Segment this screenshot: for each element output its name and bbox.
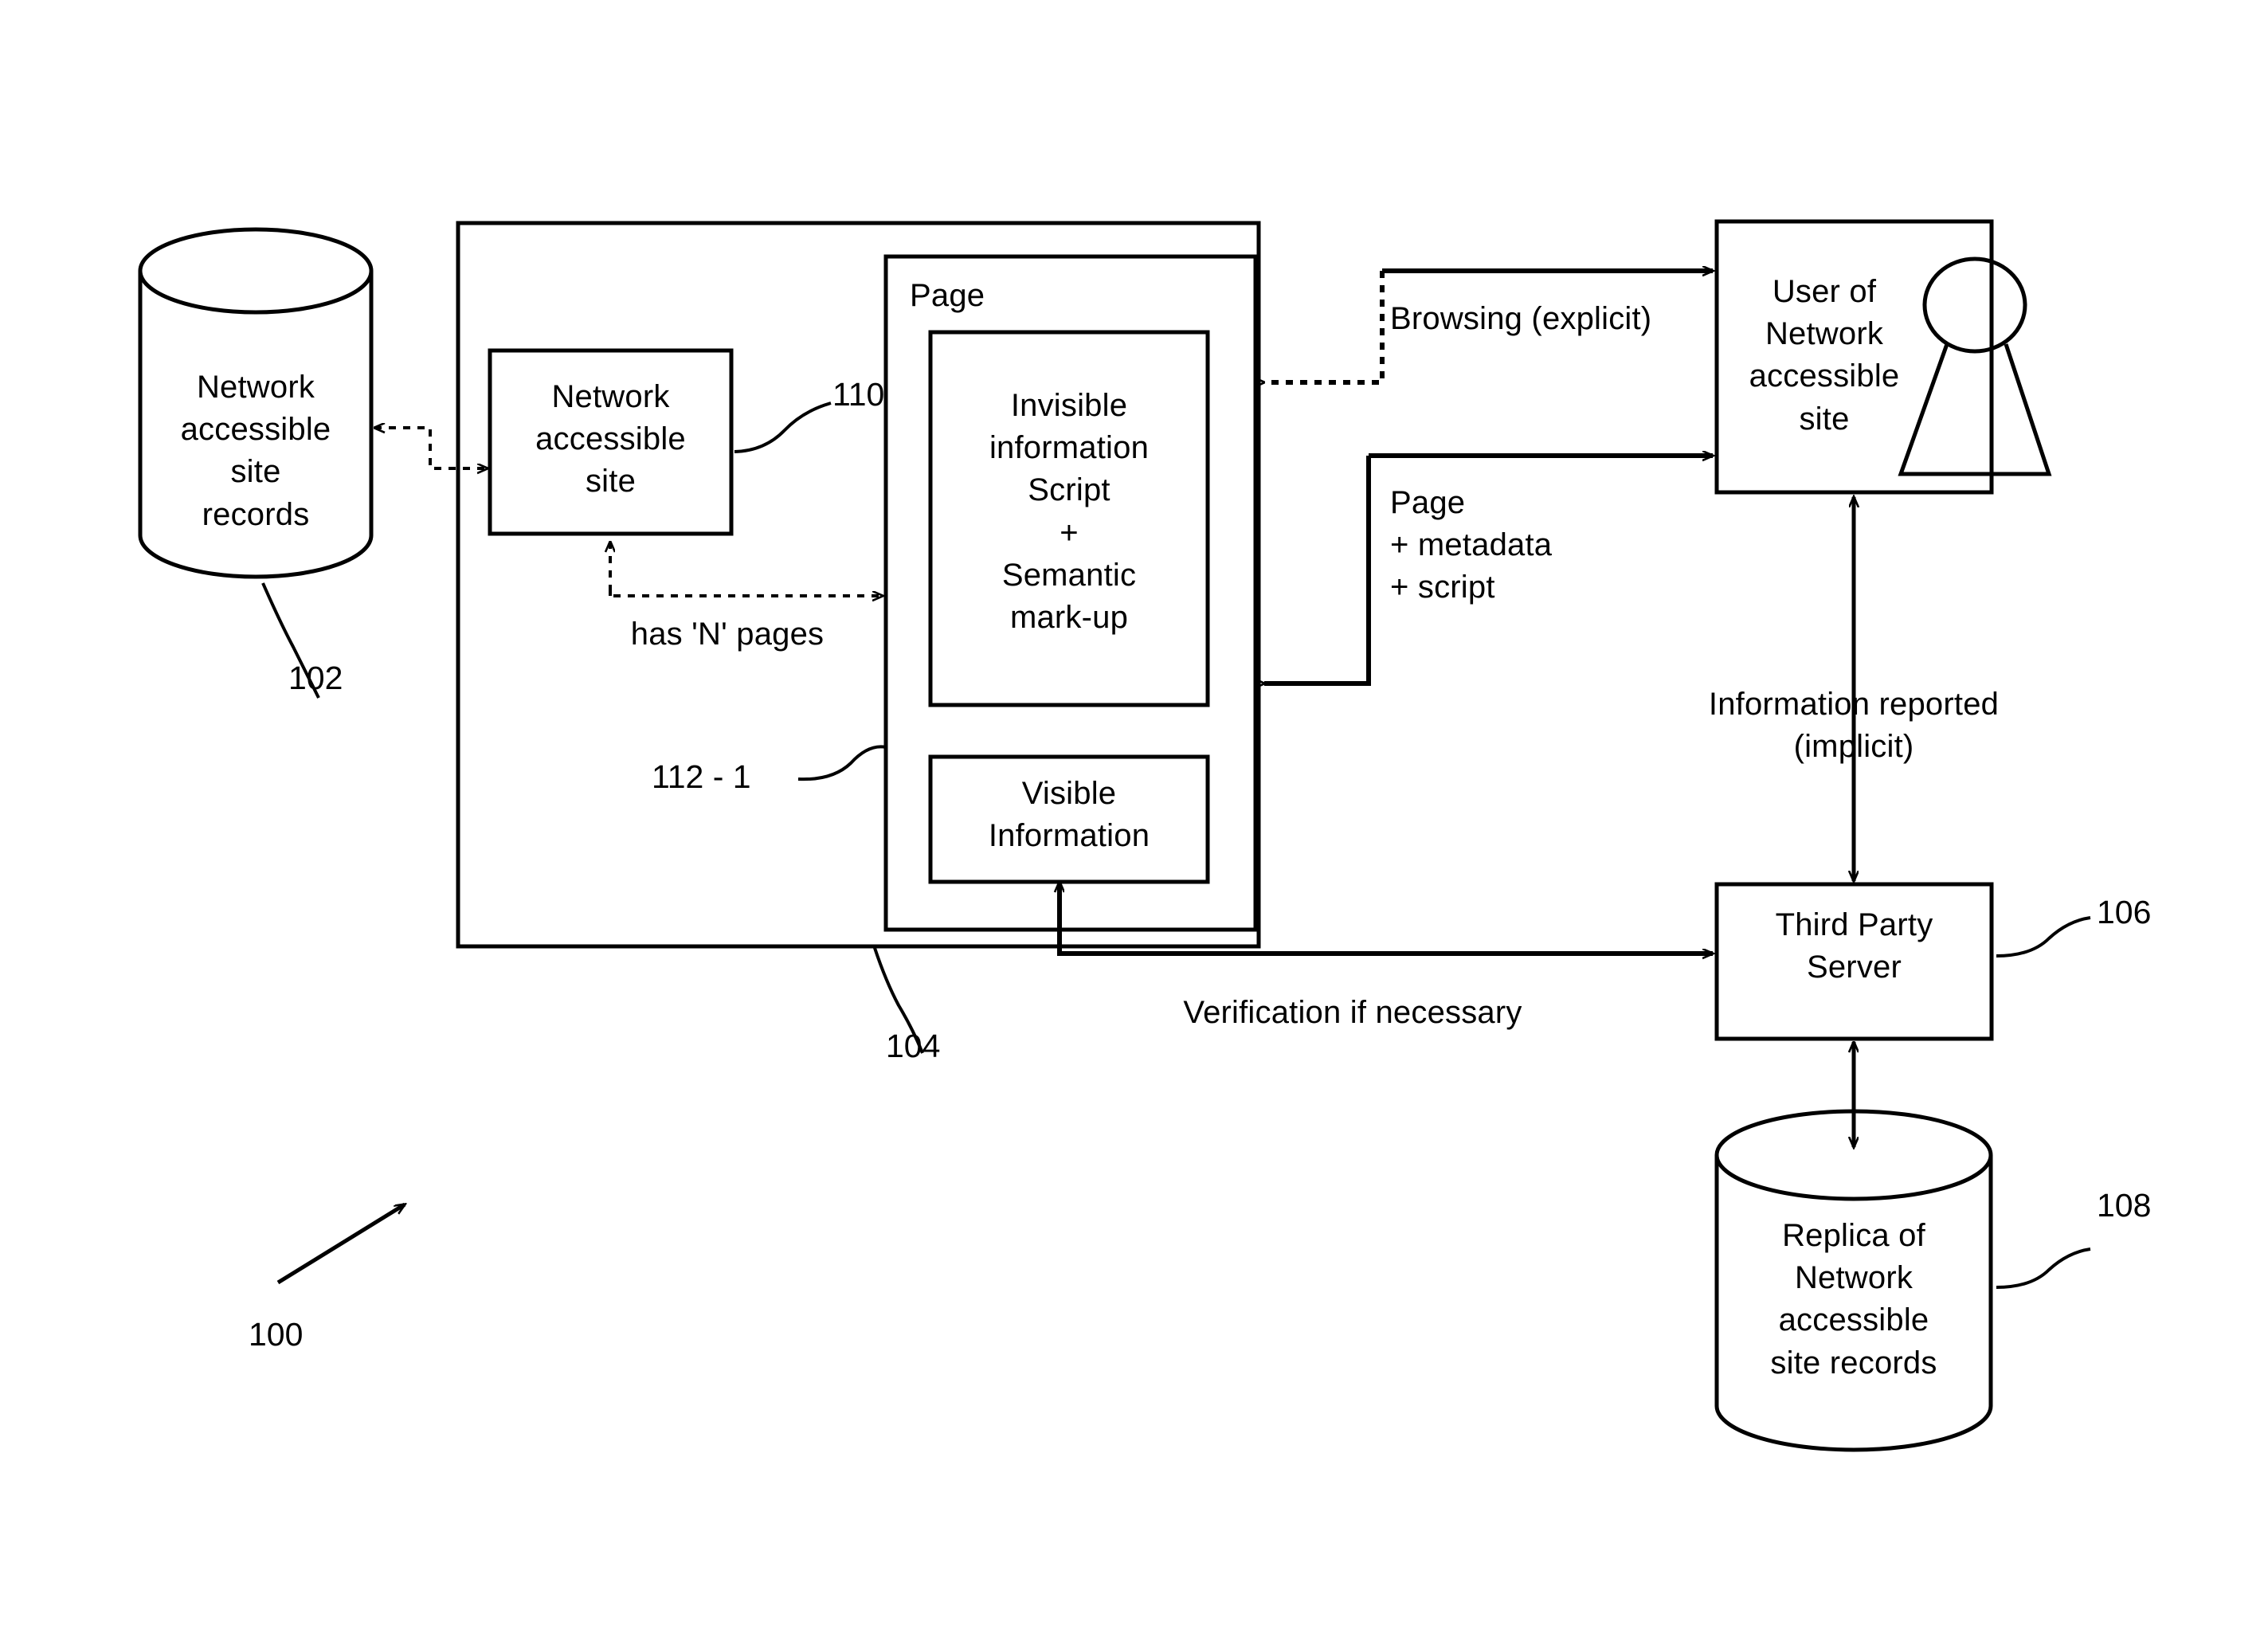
person-icon <box>1898 257 2052 476</box>
third-party-server-ref: 106 <box>2097 894 2152 930</box>
page-box <box>883 254 1258 932</box>
invisible-info-box <box>928 330 1210 707</box>
network-site-box <box>488 348 734 536</box>
edge-db-to-site <box>374 428 488 468</box>
figure-ref: 100 <box>249 1316 304 1353</box>
edge-browsing <box>1264 271 1713 382</box>
visible-info-box <box>928 754 1210 884</box>
patent-figure: Network accessible site records 102 Netw… <box>0 0 2268 1641</box>
replica-db-shape <box>1714 1109 1993 1452</box>
system-boundary-ref: 104 <box>886 1028 941 1064</box>
network-site-ref: 110 <box>832 376 885 413</box>
edge-verification <box>1060 882 1713 954</box>
user-box <box>1714 219 1994 495</box>
replica-db-ref: 108 <box>2097 1187 2152 1224</box>
records-db-ref: 102 <box>288 660 343 696</box>
page-ref: 112 - 1 <box>652 758 751 795</box>
diagram-canvas <box>138 219 2091 1452</box>
edge-has-n-pages <box>610 542 883 596</box>
records-db-shape <box>138 227 374 579</box>
third-party-server-box <box>1714 882 1994 1041</box>
edge-page-metadata-script <box>1264 456 1713 683</box>
